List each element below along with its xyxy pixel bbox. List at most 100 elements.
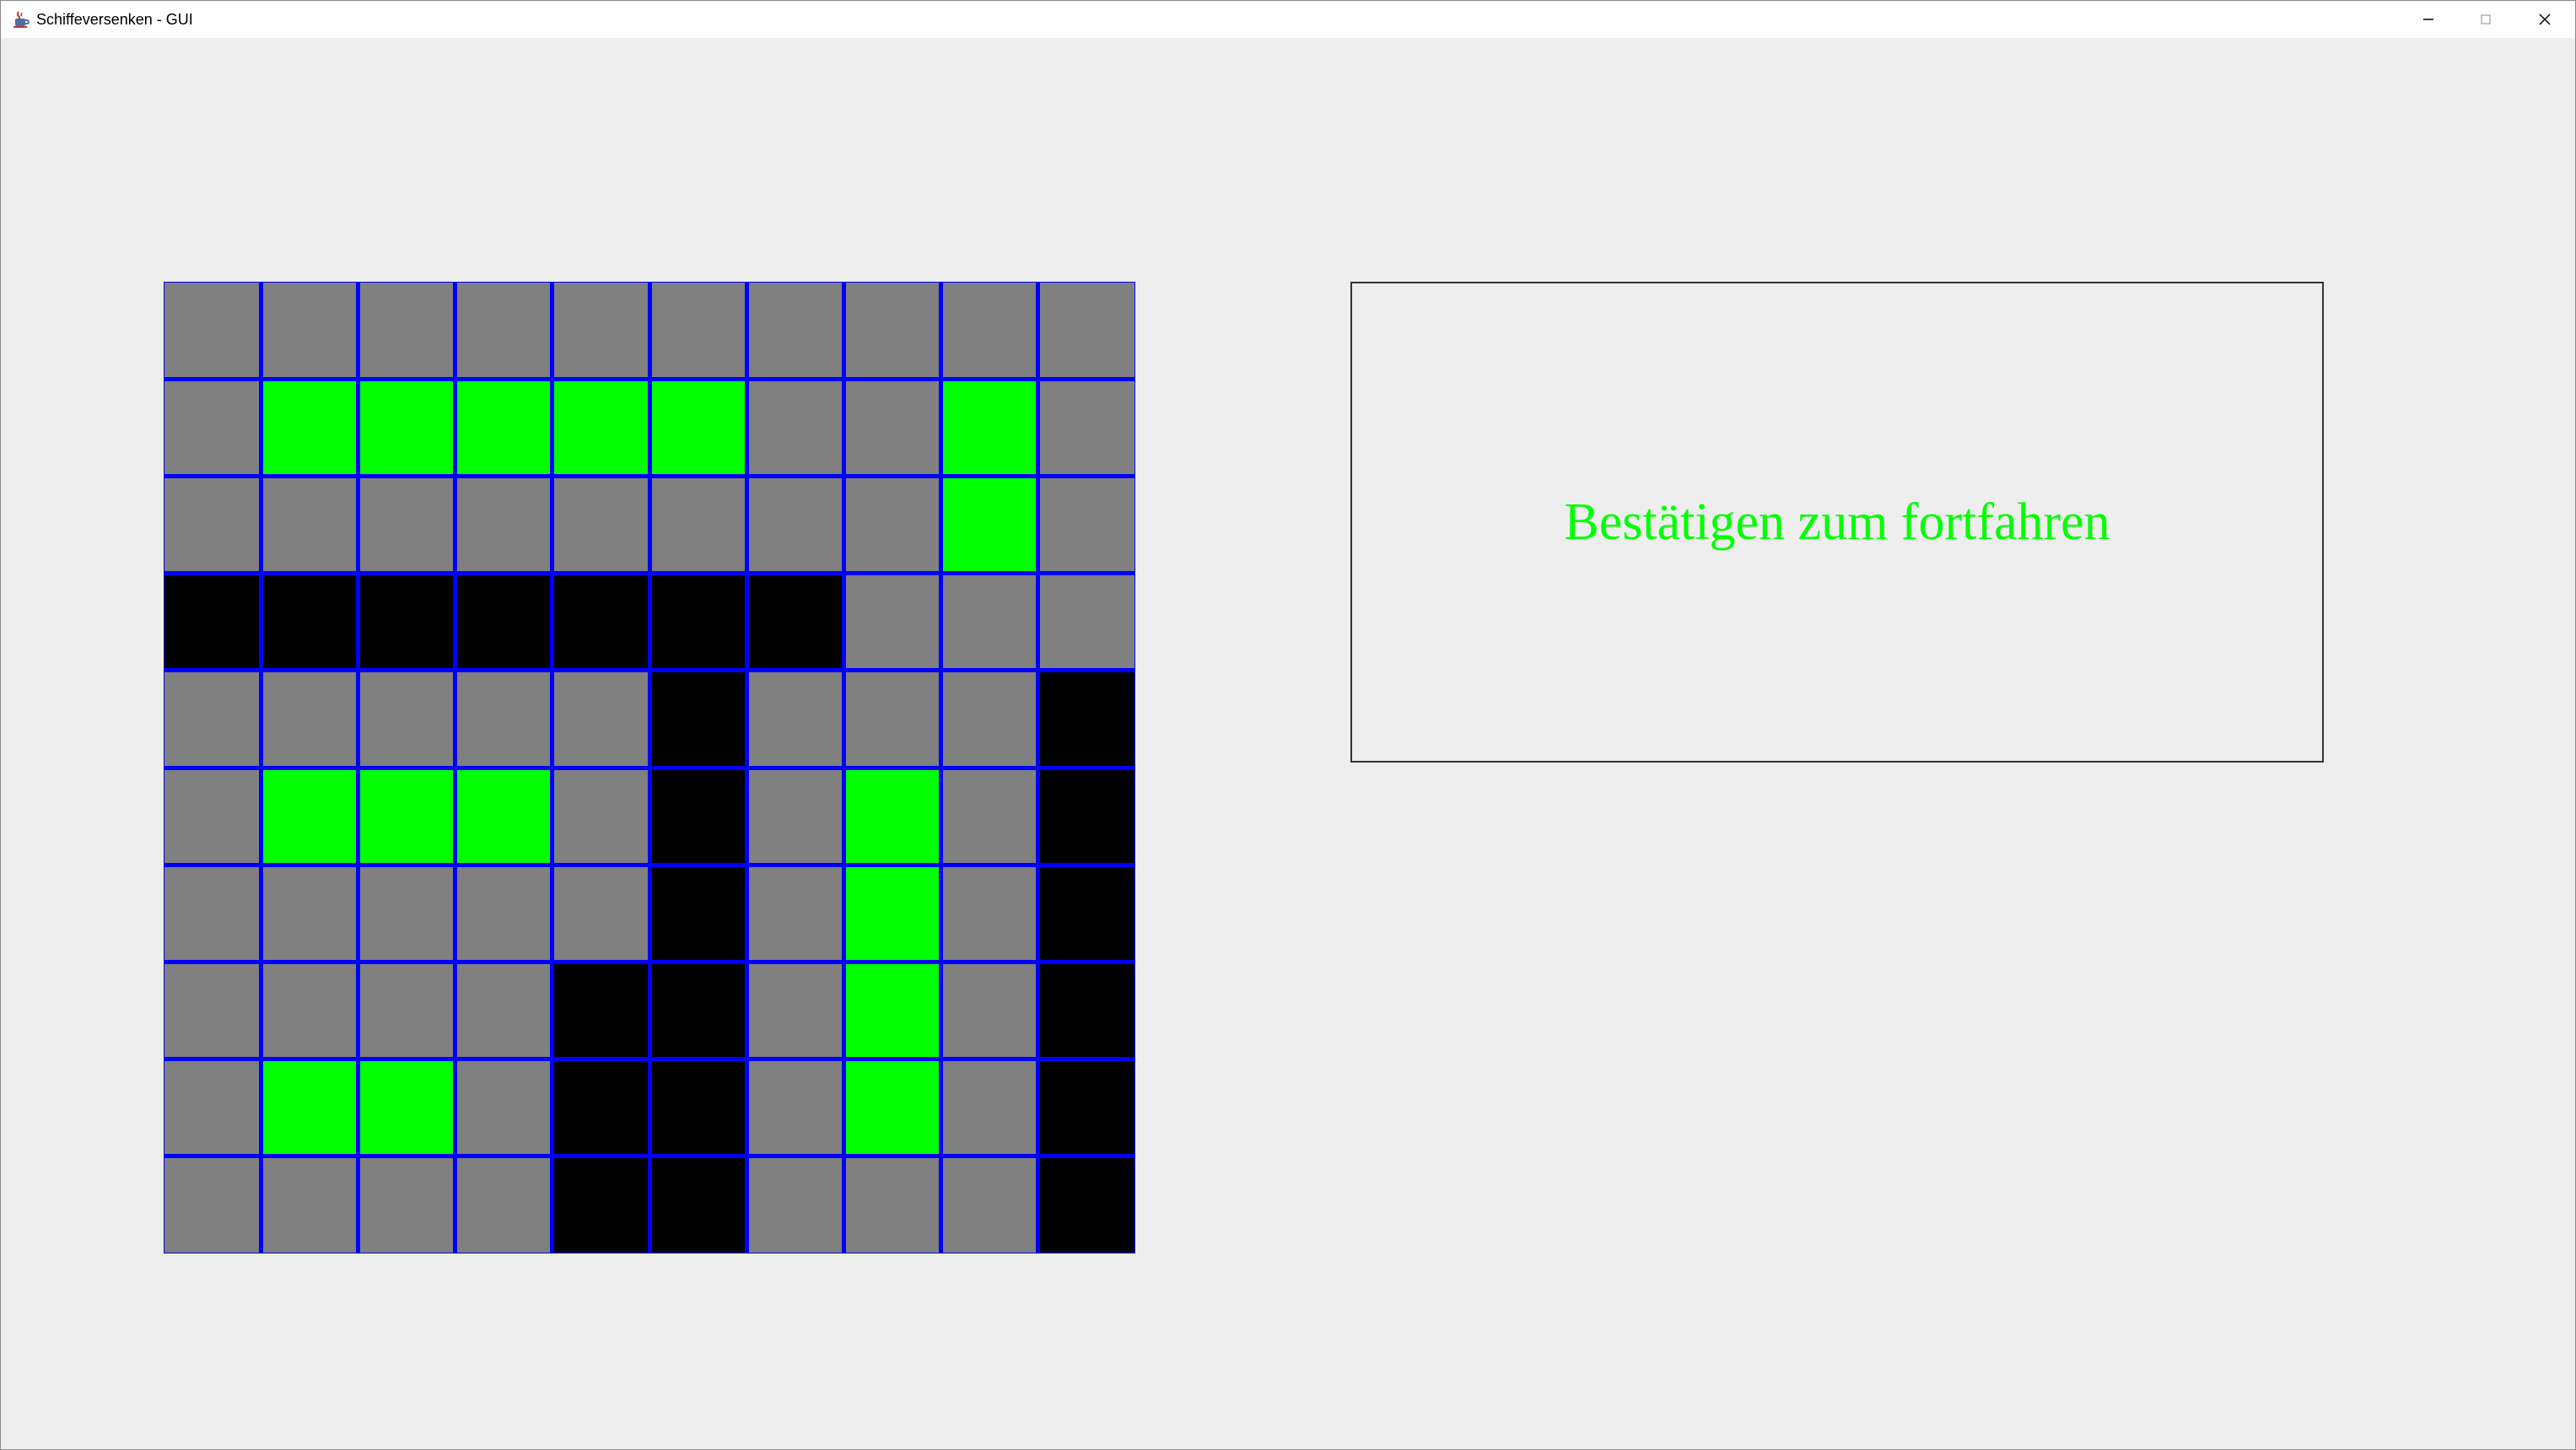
water-cell[interactable] bbox=[749, 672, 842, 766]
water-cell[interactable] bbox=[457, 1158, 550, 1253]
water-cell[interactable] bbox=[846, 478, 939, 571]
water-cell[interactable] bbox=[360, 672, 453, 766]
water-cell[interactable] bbox=[846, 381, 939, 474]
water-cell[interactable] bbox=[164, 283, 259, 377]
water-cell[interactable] bbox=[360, 867, 453, 960]
ship-cell[interactable] bbox=[457, 381, 550, 474]
water-cell[interactable] bbox=[846, 575, 939, 668]
hit-cell[interactable] bbox=[652, 1158, 745, 1253]
water-cell[interactable] bbox=[554, 770, 648, 863]
water-cell[interactable] bbox=[164, 672, 259, 766]
hit-cell[interactable] bbox=[554, 575, 648, 668]
water-cell[interactable] bbox=[263, 867, 356, 960]
water-cell[interactable] bbox=[263, 1158, 356, 1253]
water-cell[interactable] bbox=[1040, 478, 1134, 571]
water-cell[interactable] bbox=[360, 283, 453, 377]
water-cell[interactable] bbox=[164, 381, 259, 474]
water-cell[interactable] bbox=[943, 1061, 1036, 1154]
water-cell[interactable] bbox=[652, 478, 745, 571]
water-cell[interactable] bbox=[846, 1158, 939, 1253]
hit-cell[interactable] bbox=[1040, 770, 1134, 863]
minimize-button[interactable] bbox=[2400, 1, 2457, 38]
ship-cell[interactable] bbox=[263, 1061, 356, 1154]
ship-cell[interactable] bbox=[943, 381, 1036, 474]
ship-cell[interactable] bbox=[943, 478, 1036, 571]
hit-cell[interactable] bbox=[360, 575, 453, 668]
hit-cell[interactable] bbox=[1040, 1158, 1134, 1253]
water-cell[interactable] bbox=[263, 964, 356, 1057]
water-cell[interactable] bbox=[1040, 381, 1134, 474]
water-cell[interactable] bbox=[554, 283, 648, 377]
water-cell[interactable] bbox=[457, 867, 550, 960]
water-cell[interactable] bbox=[943, 575, 1036, 668]
hit-cell[interactable] bbox=[1040, 672, 1134, 766]
water-cell[interactable] bbox=[263, 478, 356, 571]
hit-cell[interactable] bbox=[1040, 964, 1134, 1057]
water-cell[interactable] bbox=[749, 964, 842, 1057]
maximize-button[interactable] bbox=[2457, 1, 2514, 38]
water-cell[interactable] bbox=[652, 283, 745, 377]
ship-cell[interactable] bbox=[360, 770, 453, 863]
water-cell[interactable] bbox=[360, 964, 453, 1057]
water-cell[interactable] bbox=[164, 964, 259, 1057]
hit-cell[interactable] bbox=[263, 575, 356, 668]
water-cell[interactable] bbox=[749, 478, 842, 571]
water-cell[interactable] bbox=[943, 867, 1036, 960]
water-cell[interactable] bbox=[749, 1158, 842, 1253]
water-cell[interactable] bbox=[263, 283, 356, 377]
water-cell[interactable] bbox=[457, 1061, 550, 1154]
ship-cell[interactable] bbox=[846, 964, 939, 1057]
water-cell[interactable] bbox=[846, 672, 939, 766]
ship-cell[interactable] bbox=[360, 381, 453, 474]
ship-cell[interactable] bbox=[457, 770, 550, 863]
hit-cell[interactable] bbox=[1040, 1061, 1134, 1154]
water-cell[interactable] bbox=[263, 672, 356, 766]
ship-cell[interactable] bbox=[263, 381, 356, 474]
ship-cell[interactable] bbox=[554, 381, 648, 474]
hit-cell[interactable] bbox=[749, 575, 842, 668]
water-cell[interactable] bbox=[164, 1061, 259, 1154]
ship-cell[interactable] bbox=[846, 1061, 939, 1154]
water-cell[interactable] bbox=[846, 283, 939, 377]
water-cell[interactable] bbox=[554, 672, 648, 766]
water-cell[interactable] bbox=[1040, 283, 1134, 377]
water-cell[interactable] bbox=[164, 770, 259, 863]
water-cell[interactable] bbox=[749, 770, 842, 863]
water-cell[interactable] bbox=[943, 283, 1036, 377]
ship-cell[interactable] bbox=[846, 867, 939, 960]
water-cell[interactable] bbox=[360, 478, 453, 571]
water-cell[interactable] bbox=[457, 478, 550, 571]
water-cell[interactable] bbox=[749, 381, 842, 474]
water-cell[interactable] bbox=[749, 867, 842, 960]
water-cell[interactable] bbox=[943, 1158, 1036, 1253]
hit-cell[interactable] bbox=[652, 770, 745, 863]
water-cell[interactable] bbox=[360, 1158, 453, 1253]
water-cell[interactable] bbox=[749, 283, 842, 377]
message-panel[interactable]: Bestätigen zum fortfahren bbox=[1350, 282, 2324, 763]
hit-cell[interactable] bbox=[457, 575, 550, 668]
water-cell[interactable] bbox=[554, 478, 648, 571]
water-cell[interactable] bbox=[554, 867, 648, 960]
hit-cell[interactable] bbox=[1040, 867, 1134, 960]
ship-cell[interactable] bbox=[360, 1061, 453, 1154]
hit-cell[interactable] bbox=[652, 867, 745, 960]
hit-cell[interactable] bbox=[554, 1158, 648, 1253]
hit-cell[interactable] bbox=[652, 964, 745, 1057]
hit-cell[interactable] bbox=[652, 672, 745, 766]
hit-cell[interactable] bbox=[652, 1061, 745, 1154]
water-cell[interactable] bbox=[943, 672, 1036, 766]
hit-cell[interactable] bbox=[652, 575, 745, 668]
ship-cell[interactable] bbox=[652, 381, 745, 474]
water-cell[interactable] bbox=[164, 1158, 259, 1253]
ship-cell[interactable] bbox=[846, 770, 939, 863]
water-cell[interactable] bbox=[457, 672, 550, 766]
water-cell[interactable] bbox=[457, 964, 550, 1057]
hit-cell[interactable] bbox=[554, 1061, 648, 1154]
water-cell[interactable] bbox=[457, 283, 550, 377]
hit-cell[interactable] bbox=[164, 575, 259, 668]
water-cell[interactable] bbox=[164, 867, 259, 960]
water-cell[interactable] bbox=[943, 770, 1036, 863]
water-cell[interactable] bbox=[749, 1061, 842, 1154]
water-cell[interactable] bbox=[943, 964, 1036, 1057]
hit-cell[interactable] bbox=[554, 964, 648, 1057]
